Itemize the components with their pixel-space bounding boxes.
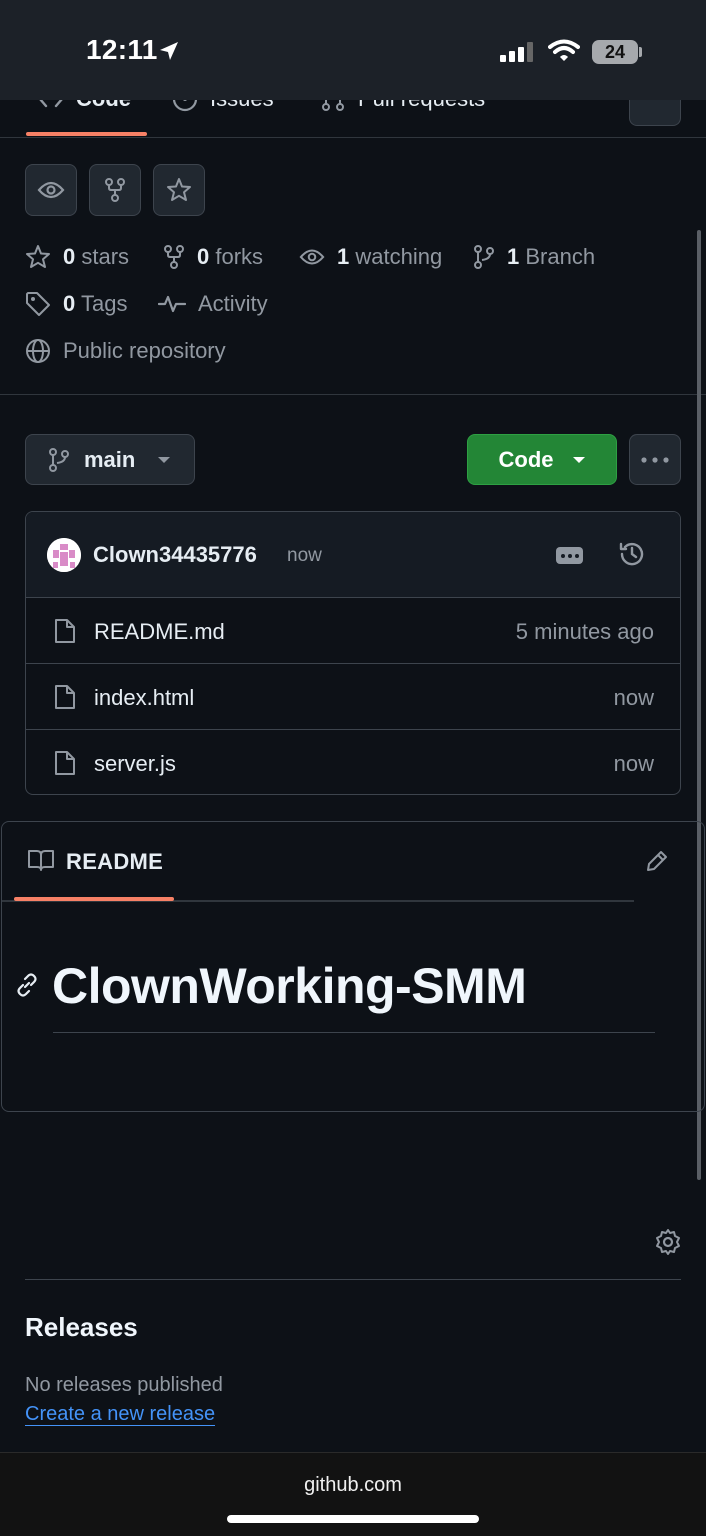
fork-button[interactable] (89, 164, 141, 216)
activity-label: Activity (198, 291, 268, 316)
nav-more-button[interactable] (629, 100, 681, 126)
code-dropdown-button[interactable]: Code (467, 434, 617, 485)
url-text[interactable]: github.com (0, 1474, 706, 1497)
code-icon (39, 100, 63, 108)
active-tab-underline (26, 132, 147, 136)
wifi-icon (548, 39, 580, 63)
file-icon (55, 619, 75, 643)
branch-label: Branch (525, 244, 596, 269)
gear-icon[interactable] (654, 1228, 682, 1256)
pull-request-icon (322, 100, 344, 111)
battery-indicator: 24 (592, 40, 638, 64)
readme-heading: ClownWorking-SMM (52, 958, 527, 1014)
file-name[interactable]: index.html (94, 685, 194, 711)
branch-count: 1 (507, 244, 520, 269)
watch-button[interactable] (25, 164, 77, 216)
kebab-horizontal-icon (641, 456, 669, 463)
stars-stat[interactable]: 0 stars (25, 244, 129, 270)
home-indicator (227, 1515, 479, 1523)
activity-link[interactable]: Activity (158, 291, 268, 317)
forks-stat[interactable]: 0 forks (163, 244, 263, 270)
visibility-status: Public repository (25, 338, 226, 364)
code-button-label: Code (498, 446, 554, 472)
tags-stat[interactable]: 0 Tags (25, 291, 127, 317)
eye-icon (37, 181, 65, 199)
commit-message-toggle-button[interactable] (556, 547, 583, 564)
releases-empty-text: No releases published (25, 1374, 223, 1396)
forks-count: 0 (197, 244, 210, 269)
book-icon (27, 848, 55, 872)
active-tab-underline (14, 897, 174, 901)
watching-stat[interactable]: 1 watching (299, 244, 442, 270)
file-name[interactable]: README.md (94, 619, 225, 645)
tags-count: 0 (63, 291, 76, 316)
globe-icon (26, 339, 50, 363)
stars-count: 0 (63, 244, 76, 269)
forks-label: forks (215, 244, 264, 269)
commit-author[interactable]: Clown34435776 (93, 542, 257, 568)
tag-icon (26, 292, 50, 316)
commit-time: now (287, 545, 322, 566)
status-time: 12:11 (86, 34, 158, 65)
caret-down-icon (158, 456, 171, 463)
star-icon (167, 178, 191, 201)
browser-url-bar[interactable]: github.com (0, 1452, 706, 1536)
stars-label: stars (81, 244, 130, 269)
latest-commit-header: Clown34435776 now (26, 512, 680, 598)
eye-icon (299, 249, 325, 265)
repo-forked-icon (105, 178, 125, 202)
tab-code-label: Code (76, 100, 131, 112)
readme-panel: README ClownWorking-SMM (1, 821, 705, 1112)
tab-code[interactable]: Code (38, 100, 131, 112)
location-arrow-icon (158, 40, 180, 62)
repo-forked-icon (164, 245, 184, 269)
watching-label: watching (355, 244, 443, 269)
branch-select-button[interactable]: main (25, 434, 195, 485)
tab-pull-requests[interactable]: Pull requests (320, 100, 485, 112)
file-row[interactable]: index.html now (26, 664, 680, 730)
issue-icon (172, 100, 198, 112)
cellular-signal-icon (500, 42, 536, 62)
file-row[interactable]: server.js now (26, 730, 680, 794)
link-icon[interactable] (14, 972, 40, 998)
section-divider (25, 1279, 681, 1280)
readme-tab[interactable]: README (66, 849, 163, 875)
file-time: now (613, 685, 654, 710)
tab-pull-requests-label: Pull requests (358, 100, 485, 112)
create-release-link[interactable]: Create a new release (25, 1403, 216, 1426)
branch-stat[interactable]: 1 Branch (473, 244, 595, 270)
pencil-icon[interactable] (644, 848, 670, 874)
more-options-button[interactable] (629, 434, 681, 485)
star-icon (26, 245, 50, 268)
file-row[interactable]: README.md 5 minutes ago (26, 598, 680, 664)
file-list: Clown34435776 now README.md 5 minutes ag… (25, 511, 681, 795)
file-time: now (613, 751, 654, 776)
heading-rule (53, 1032, 655, 1033)
star-button[interactable] (153, 164, 205, 216)
tags-label: Tags (80, 291, 128, 316)
git-branch-icon (49, 447, 69, 472)
file-name[interactable]: server.js (94, 751, 176, 777)
tab-issues-label: Issues (210, 100, 274, 112)
avatar[interactable] (47, 538, 81, 572)
watching-count: 1 (337, 244, 350, 269)
file-icon (55, 685, 75, 709)
file-icon (55, 751, 75, 775)
section-divider (0, 394, 706, 395)
releases-title[interactable]: Releases (25, 1312, 138, 1343)
branch-name: main (84, 446, 136, 472)
history-icon[interactable] (618, 540, 646, 568)
pulse-icon (158, 295, 186, 313)
file-time: 5 minutes ago (515, 619, 654, 644)
battery-nub (639, 47, 642, 57)
git-branch-icon (474, 245, 494, 269)
visibility-label: Public repository (63, 338, 226, 363)
tab-issues[interactable]: Issues (172, 100, 274, 112)
caret-down-icon (572, 456, 585, 463)
